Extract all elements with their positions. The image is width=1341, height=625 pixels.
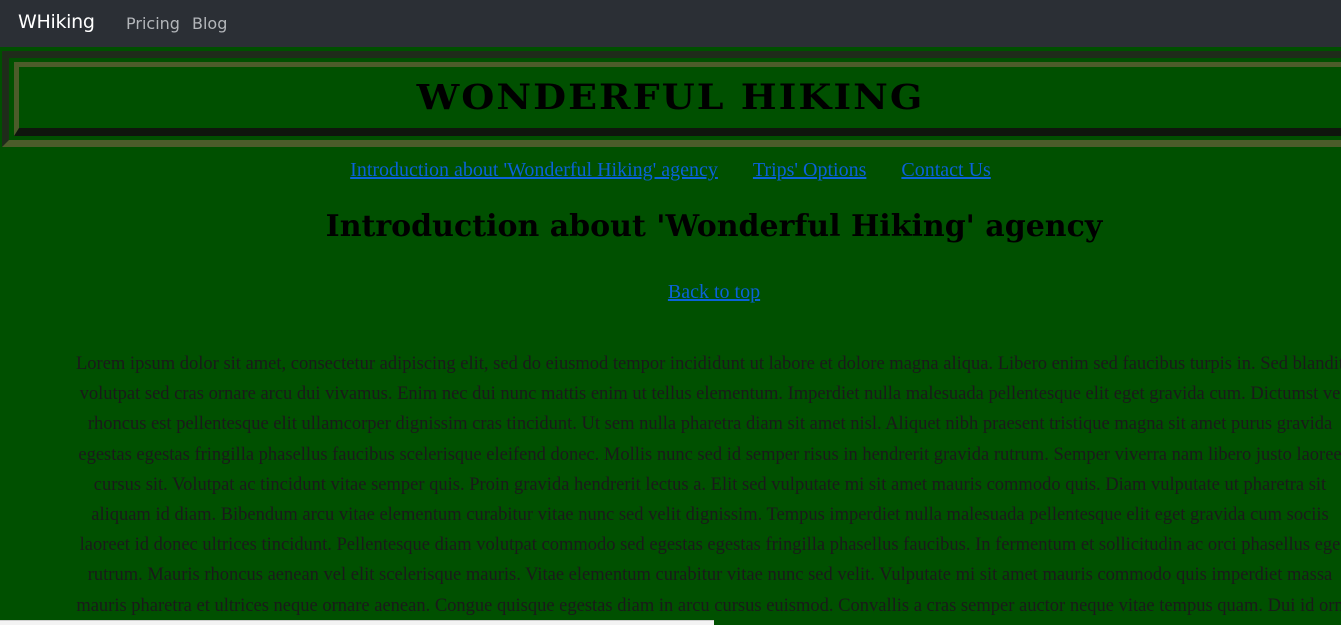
paragraph-line: laoreet id donec ultrices tincidunt. Pel… [79, 535, 1341, 556]
bottom-scroll-bar[interactable] [0, 620, 714, 625]
section-heading-introduction: Introduction about 'Wonderful Hiking' ag… [325, 209, 1103, 244]
back-to-top-link[interactable]: Back to top [668, 281, 760, 303]
intro-paragraph: Lorem ipsum dolor sit amet, consectetur … [0, 349, 1341, 621]
paragraph-line: mauris pharetra et ultrices neque ornare… [76, 595, 1341, 616]
paragraph-line: volutpat sed cras ornare arcu dui vivamu… [79, 384, 1341, 405]
nav-link-pricing[interactable]: Pricing [126, 14, 180, 33]
section-link-trips-options[interactable]: Trips' Options [753, 159, 866, 181]
paragraph-line: rutrum. Mauris rhoncus aenean vel elit s… [87, 565, 1333, 586]
back-to-top: Back to top [0, 281, 1341, 304]
paragraph-line: cursus sit. Volutpat ac tincidunt vitae … [93, 474, 1327, 495]
brand-link[interactable]: WHiking [18, 11, 95, 33]
paragraph-line: egestas egestas fringilla phasellus fauc… [78, 444, 1341, 465]
section-link-introduction[interactable]: Introduction about 'Wonderful Hiking' ag… [350, 159, 718, 181]
site-title: WONDERFUL HIKING [416, 75, 925, 118]
nav-link-blog[interactable]: Blog [192, 14, 227, 33]
top-navbar: WHiking Pricing Blog [0, 0, 1341, 47]
paragraph-line: rhoncus est pellentesque elit ullamcorpe… [87, 414, 1333, 435]
section-nav: Introduction about 'Wonderful Hiking' ag… [0, 159, 1341, 182]
section-link-contact-us[interactable]: Contact Us [901, 159, 990, 181]
paragraph-line: aliquam id diam. Bibendum arcu vitae ele… [91, 505, 1329, 526]
paragraph-line: Lorem ipsum dolor sit amet, consectetur … [76, 354, 1341, 374]
